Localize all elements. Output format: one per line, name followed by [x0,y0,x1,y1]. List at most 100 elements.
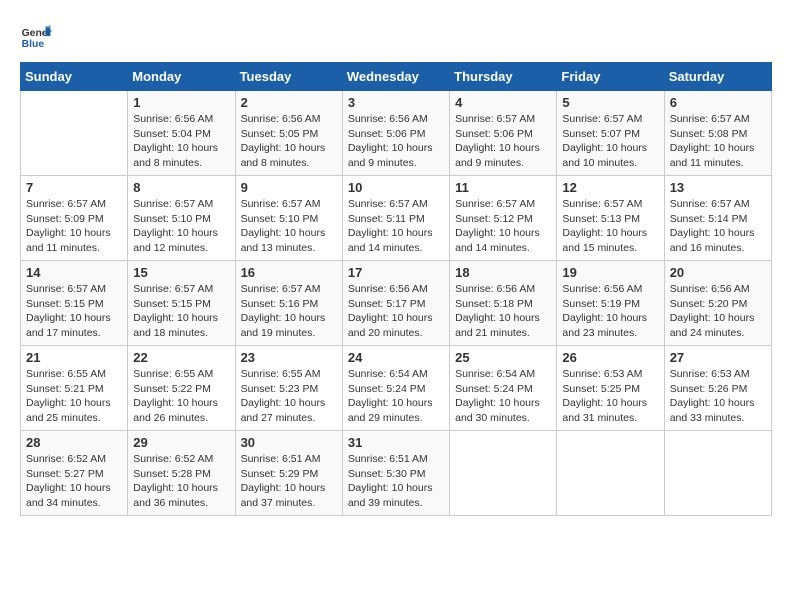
calendar-week-row: 28 Sunrise: 6:52 AM Sunset: 5:27 PM Dayli… [21,431,772,516]
day-number: 29 [133,435,229,450]
day-number: 22 [133,350,229,365]
calendar-cell [557,431,664,516]
day-info: Sunrise: 6:56 AM Sunset: 5:18 PM Dayligh… [455,282,551,341]
calendar-cell: 30Sunrise: 6:51 AM Sunset: 5:29 PM Dayli… [235,431,342,516]
day-info: Sunrise: 6:57 AM Sunset: 5:15 PM Dayligh… [26,282,122,341]
day-info: Sunrise: 6:54 AM Sunset: 5:24 PM Dayligh… [455,367,551,426]
day-number: 3 [348,95,444,110]
day-info: Sunrise: 6:56 AM Sunset: 5:04 PM Dayligh… [133,112,229,171]
day-info: Sunrise: 6:57 AM Sunset: 5:13 PM Dayligh… [562,197,658,256]
calendar-cell: 23 Sunrise: 6:55 AM Sunset: 5:23 PM Dayli… [235,346,342,431]
weekday-header-tuesday: Tuesday [235,63,342,91]
calendar-cell: 24 Sunrise: 6:54 AM Sunset: 5:24 PM Dayli… [342,346,449,431]
calendar-cell: 11 Sunrise: 6:57 AM Sunset: 5:12 PM Dayli… [450,176,557,261]
calendar-cell: 29 Sunrise: 6:52 AM Sunset: 5:28 PM Dayli… [128,431,235,516]
day-number: 24 [348,350,444,365]
day-info: Sunrise: 6:57 AM Sunset: 5:14 PM Dayligh… [670,197,766,256]
weekday-header-saturday: Saturday [664,63,771,91]
day-number: 28 [26,435,122,450]
page-header: General Blue [20,20,772,52]
calendar-cell: 6 Sunrise: 6:57 AM Sunset: 5:08 PM Daylig… [664,91,771,176]
calendar-cell [450,431,557,516]
logo: General Blue [20,20,60,52]
calendar-cell: 2 Sunrise: 6:56 AM Sunset: 5:05 PM Daylig… [235,91,342,176]
calendar-cell: 17 Sunrise: 6:56 AM Sunset: 5:17 PM Dayli… [342,261,449,346]
day-info: Sunrise: 6:57 AM Sunset: 5:06 PM Dayligh… [455,112,551,171]
calendar-cell: 21Sunrise: 6:55 AM Sunset: 5:21 PM Dayli… [21,346,128,431]
calendar-cell: 19Sunrise: 6:56 AM Sunset: 5:19 PM Dayli… [557,261,664,346]
day-info: Sunrise: 6:57 AM Sunset: 5:16 PM Dayligh… [241,282,337,341]
day-number: 15 [133,265,229,280]
calendar-cell: 14 Sunrise: 6:57 AM Sunset: 5:15 PM Dayli… [21,261,128,346]
calendar-cell: 18 Sunrise: 6:56 AM Sunset: 5:18 PM Dayli… [450,261,557,346]
weekday-header-thursday: Thursday [450,63,557,91]
day-info: Sunrise: 6:52 AM Sunset: 5:28 PM Dayligh… [133,452,229,511]
calendar-cell: 3 Sunrise: 6:56 AM Sunset: 5:06 PM Daylig… [342,91,449,176]
calendar-week-row: 21Sunrise: 6:55 AM Sunset: 5:21 PM Dayli… [21,346,772,431]
calendar-cell: 10 Sunrise: 6:57 AM Sunset: 5:11 PM Dayli… [342,176,449,261]
day-info: Sunrise: 6:56 AM Sunset: 5:17 PM Dayligh… [348,282,444,341]
weekday-header-wednesday: Wednesday [342,63,449,91]
day-number: 19 [562,265,658,280]
day-number: 9 [241,180,337,195]
day-info: Sunrise: 6:54 AM Sunset: 5:24 PM Dayligh… [348,367,444,426]
day-number: 10 [348,180,444,195]
day-info: Sunrise: 6:55 AM Sunset: 5:22 PM Dayligh… [133,367,229,426]
calendar-cell: 25 Sunrise: 6:54 AM Sunset: 5:24 PM Dayli… [450,346,557,431]
day-info: Sunrise: 6:57 AM Sunset: 5:08 PM Dayligh… [670,112,766,171]
day-number: 6 [670,95,766,110]
calendar-cell [664,431,771,516]
weekday-header-monday: Monday [128,63,235,91]
day-number: 7 [26,180,122,195]
weekday-header-row: SundayMondayTuesdayWednesdayThursdayFrid… [21,63,772,91]
calendar-cell: 13Sunrise: 6:57 AM Sunset: 5:14 PM Dayli… [664,176,771,261]
day-info: Sunrise: 6:57 AM Sunset: 5:12 PM Dayligh… [455,197,551,256]
day-info: Sunrise: 6:51 AM Sunset: 5:30 PM Dayligh… [348,452,444,511]
day-number: 27 [670,350,766,365]
calendar-cell: 27 Sunrise: 6:53 AM Sunset: 5:26 PM Dayli… [664,346,771,431]
calendar-cell: 20Sunrise: 6:56 AM Sunset: 5:20 PM Dayli… [664,261,771,346]
calendar-week-row: 7 Sunrise: 6:57 AM Sunset: 5:09 PM Daylig… [21,176,772,261]
day-info: Sunrise: 6:53 AM Sunset: 5:25 PM Dayligh… [562,367,658,426]
day-info: Sunrise: 6:56 AM Sunset: 5:05 PM Dayligh… [241,112,337,171]
day-number: 17 [348,265,444,280]
day-number: 25 [455,350,551,365]
calendar-week-row: 1 Sunrise: 6:56 AM Sunset: 5:04 PM Daylig… [21,91,772,176]
calendar-cell: 16 Sunrise: 6:57 AM Sunset: 5:16 PM Dayli… [235,261,342,346]
day-info: Sunrise: 6:51 AM Sunset: 5:29 PM Dayligh… [241,452,337,511]
calendar-cell: 28 Sunrise: 6:52 AM Sunset: 5:27 PM Dayli… [21,431,128,516]
day-number: 5 [562,95,658,110]
weekday-header-friday: Friday [557,63,664,91]
calendar-cell: 7 Sunrise: 6:57 AM Sunset: 5:09 PM Daylig… [21,176,128,261]
calendar-cell: 8 Sunrise: 6:57 AM Sunset: 5:10 PM Daylig… [128,176,235,261]
day-info: Sunrise: 6:55 AM Sunset: 5:23 PM Dayligh… [241,367,337,426]
day-number: 23 [241,350,337,365]
day-number: 1 [133,95,229,110]
day-info: Sunrise: 6:56 AM Sunset: 5:06 PM Dayligh… [348,112,444,171]
weekday-header-sunday: Sunday [21,63,128,91]
day-info: Sunrise: 6:57 AM Sunset: 5:15 PM Dayligh… [133,282,229,341]
day-number: 16 [241,265,337,280]
day-number: 11 [455,180,551,195]
day-info: Sunrise: 6:56 AM Sunset: 5:20 PM Dayligh… [670,282,766,341]
logo-icon: General Blue [20,20,52,52]
calendar-cell: 4Sunrise: 6:57 AM Sunset: 5:06 PM Daylig… [450,91,557,176]
calendar-cell: 26 Sunrise: 6:53 AM Sunset: 5:25 PM Dayli… [557,346,664,431]
day-info: Sunrise: 6:57 AM Sunset: 5:07 PM Dayligh… [562,112,658,171]
calendar-cell [21,91,128,176]
calendar-cell: 9 Sunrise: 6:57 AM Sunset: 5:10 PM Daylig… [235,176,342,261]
day-number: 26 [562,350,658,365]
day-info: Sunrise: 6:57 AM Sunset: 5:11 PM Dayligh… [348,197,444,256]
calendar-cell: 1 Sunrise: 6:56 AM Sunset: 5:04 PM Daylig… [128,91,235,176]
calendar-cell: 12Sunrise: 6:57 AM Sunset: 5:13 PM Dayli… [557,176,664,261]
day-number: 18 [455,265,551,280]
day-info: Sunrise: 6:57 AM Sunset: 5:10 PM Dayligh… [241,197,337,256]
day-number: 2 [241,95,337,110]
day-info: Sunrise: 6:52 AM Sunset: 5:27 PM Dayligh… [26,452,122,511]
day-info: Sunrise: 6:53 AM Sunset: 5:26 PM Dayligh… [670,367,766,426]
day-info: Sunrise: 6:57 AM Sunset: 5:09 PM Dayligh… [26,197,122,256]
day-info: Sunrise: 6:57 AM Sunset: 5:10 PM Dayligh… [133,197,229,256]
day-info: Sunrise: 6:55 AM Sunset: 5:21 PM Dayligh… [26,367,122,426]
day-number: 8 [133,180,229,195]
day-number: 14 [26,265,122,280]
